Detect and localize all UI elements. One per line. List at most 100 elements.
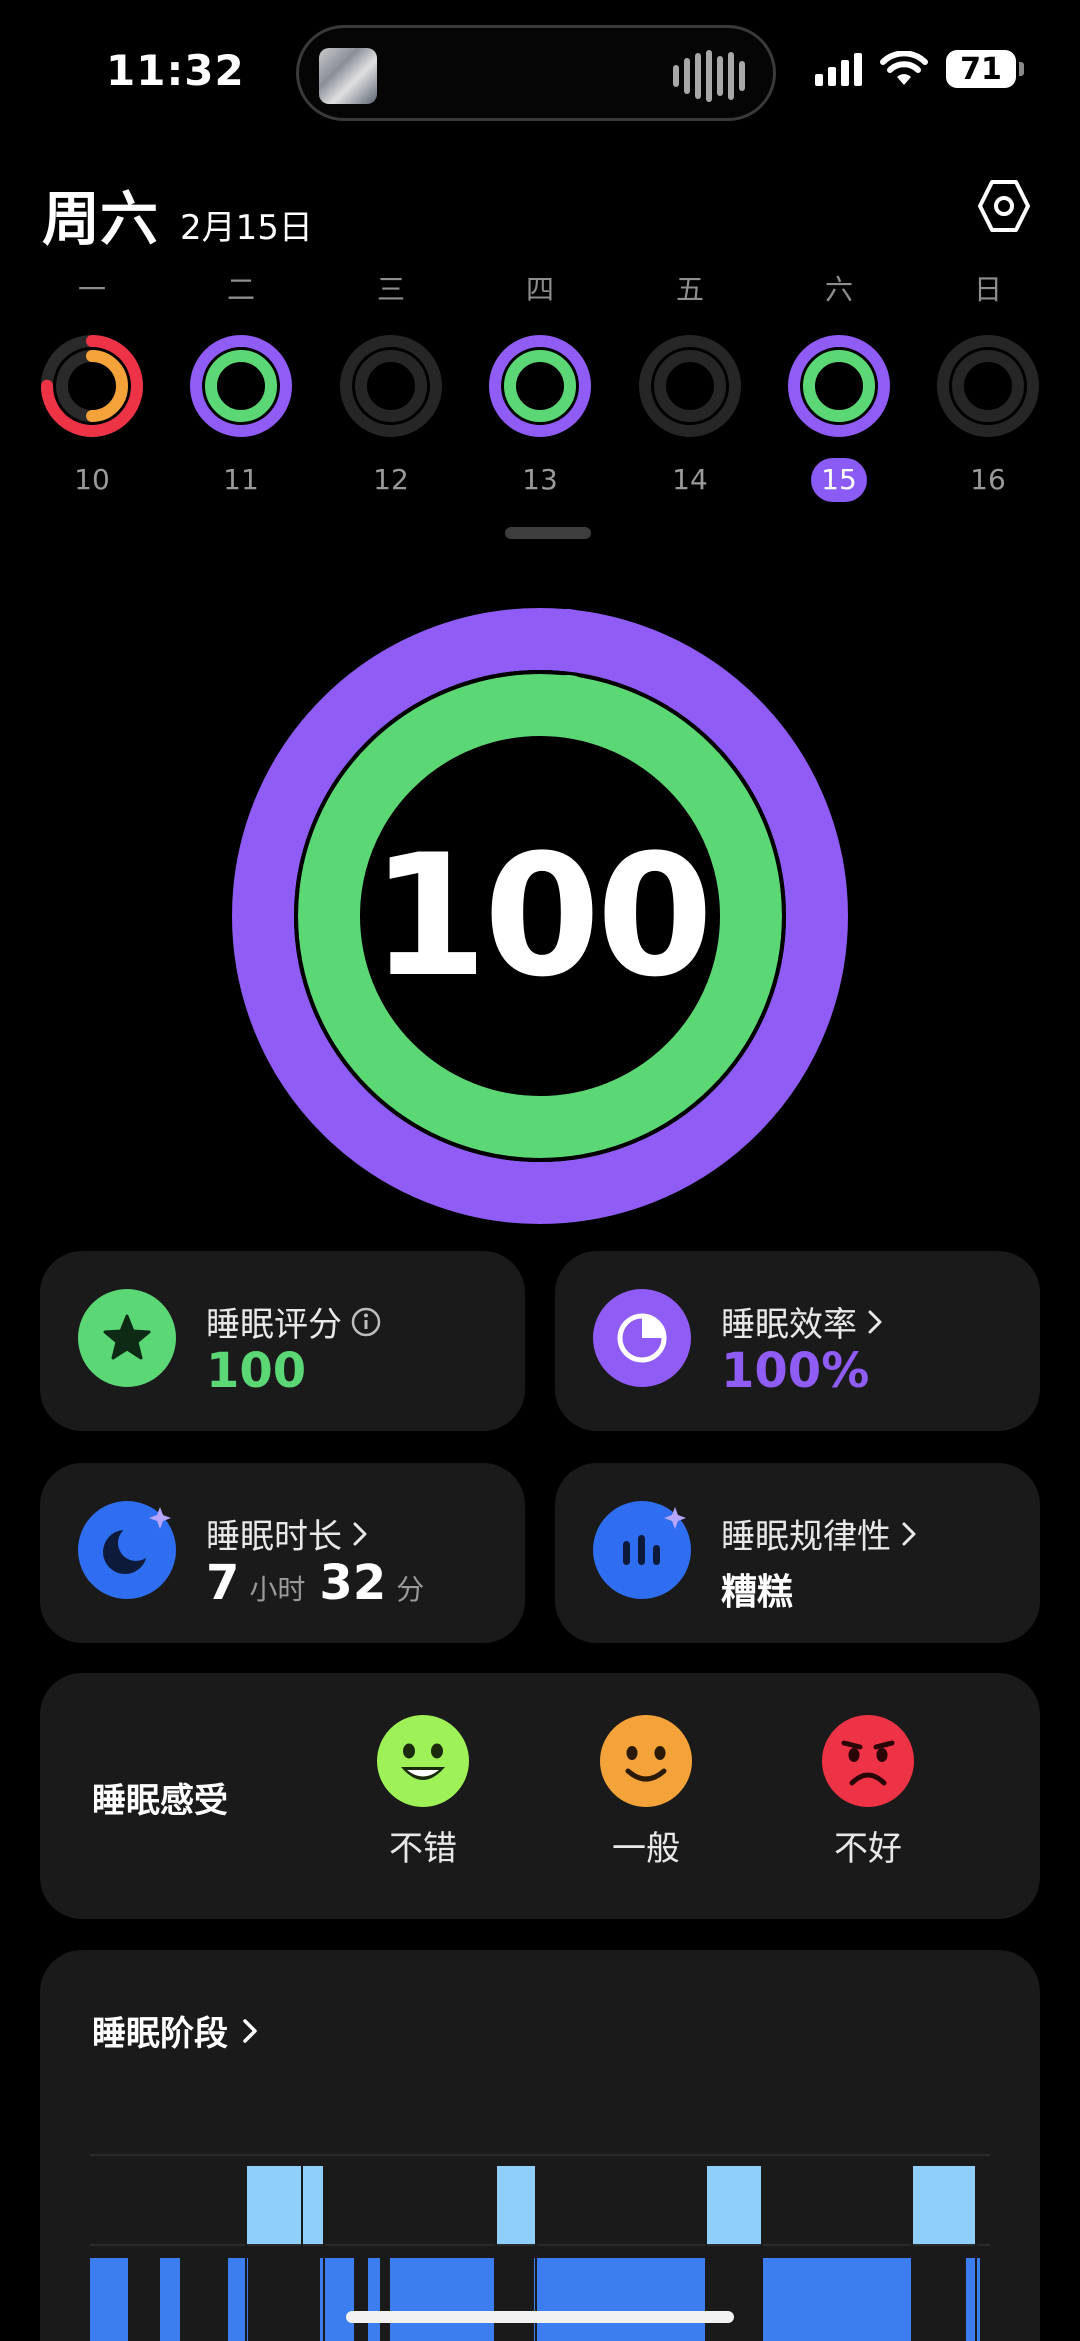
day-ring-icon (41, 335, 143, 437)
feeling-option-good[interactable]: 不错 (363, 1715, 483, 1870)
duration-card-label: 睡眠时长 (206, 1517, 342, 1557)
weekday-label: 六 (824, 273, 853, 306)
date-number: 10 (74, 463, 110, 496)
date-number: 13 (522, 463, 558, 496)
awake-segment (246, 2166, 302, 2244)
chevron-right-icon (868, 1310, 882, 1333)
feeling-option-bad[interactable]: 不好 (808, 1715, 928, 1870)
day-sunday[interactable]: 日 16 (928, 270, 1048, 502)
light-sleep-segment (966, 2258, 980, 2341)
duration-minutes-unit: 分 (396, 1573, 425, 1606)
duration-hours: 7 (206, 1555, 240, 1611)
weekday-label: 日 (973, 273, 1002, 306)
audio-wave-icon (673, 50, 745, 102)
weekday-label: 二 (226, 273, 255, 306)
drag-handle[interactable] (505, 527, 591, 539)
duration-card-title: 睡眠时长 (206, 1509, 370, 1558)
battery-icon: 71 (946, 50, 1024, 88)
efficiency-card-label: 睡眠效率 (721, 1305, 857, 1345)
regularity-card-title: 睡眠规律性 (721, 1509, 919, 1558)
header-weekday: 周六 (42, 185, 159, 253)
date-number: 12 (373, 463, 409, 496)
awake-segment (302, 2166, 324, 2244)
efficiency-card[interactable]: 睡眠效率 100% (555, 1251, 1040, 1431)
day-thursday[interactable]: 四 13 (480, 270, 600, 502)
duration-minutes: 32 (319, 1555, 387, 1611)
info-icon[interactable] (350, 1306, 382, 1338)
cellular-signal-icon (815, 52, 862, 86)
status-bar: 11:32 71 (0, 0, 1080, 150)
day-ring-icon (788, 335, 890, 437)
weekday-label: 四 (525, 273, 554, 306)
light-sleep-segment (160, 2258, 180, 2341)
date-number-selected: 15 (811, 458, 867, 502)
chevron-right-icon (902, 1522, 916, 1545)
awake-segment (496, 2166, 536, 2244)
duration-hours-unit: 小时 (249, 1573, 306, 1606)
score-card-title: 睡眠评分 (206, 1297, 382, 1346)
home-indicator[interactable] (346, 2311, 734, 2323)
day-ring-icon (639, 335, 741, 437)
sleep-feeling-card: 睡眠感受 不错 一般 不好 (40, 1673, 1040, 1919)
score-card-label: 睡眠评分 (206, 1305, 342, 1345)
neutral-face-icon (600, 1715, 692, 1807)
light-sleep-segment (390, 2258, 494, 2341)
light-sleep-segment (368, 2258, 380, 2341)
day-tuesday[interactable]: 二 11 (181, 270, 301, 502)
day-ring-icon (489, 335, 591, 437)
moon-icon (78, 1501, 176, 1599)
light-sleep-segment (320, 2258, 354, 2341)
score-card[interactable]: 睡眠评分 100 (40, 1251, 525, 1431)
regularity-card-value: 糟糕 (721, 1572, 794, 1613)
duration-card-value: 7 小时 32 分 (206, 1555, 438, 1611)
awake-segment (912, 2166, 976, 2244)
sad-face-icon (822, 1715, 914, 1807)
sleep-feeling-title: 睡眠感受 (92, 1781, 228, 1821)
feeling-label: 不好 (834, 1829, 902, 1869)
chevron-right-icon (353, 1522, 367, 1545)
status-time: 11:32 (106, 46, 245, 95)
happy-face-icon (377, 1715, 469, 1807)
regularity-card-label: 睡眠规律性 (721, 1517, 891, 1557)
weekday-label: 一 (77, 273, 106, 306)
feeling-label: 不错 (389, 1829, 457, 1869)
day-ring-icon (937, 335, 1039, 437)
page-header: 周六 2月15日 (42, 172, 313, 256)
feeling-label: 一般 (612, 1829, 680, 1869)
date-number: 14 (672, 463, 708, 496)
header-date: 2月15日 (180, 208, 313, 248)
efficiency-card-title: 睡眠效率 (721, 1297, 885, 1346)
week-strip: 一 10 二 11 三 12 四 13 五 14 六 15 日 16 (0, 270, 1080, 502)
bars-icon (593, 1501, 691, 1599)
sleep-stages-card[interactable]: 睡眠阶段 (40, 1950, 1040, 2341)
day-saturday[interactable]: 六 15 (779, 270, 899, 502)
date-number: 11 (223, 463, 259, 496)
dynamic-island[interactable] (296, 25, 776, 121)
wifi-icon (880, 51, 928, 85)
weekday-label: 五 (675, 273, 704, 306)
score-card-value: 100 (206, 1343, 307, 1399)
duration-card[interactable]: 睡眠时长 7 小时 32 分 (40, 1463, 525, 1643)
day-ring-icon (190, 335, 292, 437)
day-ring-icon (340, 335, 442, 437)
battery-level: 71 (946, 50, 1016, 88)
awake-segment (706, 2166, 762, 2244)
light-sleep-segment (762, 2258, 912, 2341)
status-icons: 71 (815, 50, 1024, 88)
date-number: 16 (970, 463, 1006, 496)
island-thumbnail (319, 48, 377, 104)
day-friday[interactable]: 五 14 (630, 270, 750, 502)
efficiency-card-value: 100% (721, 1343, 870, 1399)
day-monday[interactable]: 一 10 (32, 270, 152, 502)
weekday-label: 三 (376, 273, 405, 306)
sleep-score-value: 100 (370, 818, 714, 1014)
light-sleep-segment (534, 2258, 706, 2341)
star-icon (78, 1289, 176, 1387)
day-wednesday[interactable]: 三 12 (331, 270, 451, 502)
settings-hexagon-icon[interactable] (976, 178, 1032, 234)
sleep-stages-chart (90, 2154, 990, 2341)
pie-icon (593, 1289, 691, 1387)
feeling-option-neutral[interactable]: 一般 (586, 1715, 706, 1870)
regularity-card[interactable]: 睡眠规律性 糟糕 (555, 1463, 1040, 1643)
light-sleep-segment (90, 2258, 128, 2341)
